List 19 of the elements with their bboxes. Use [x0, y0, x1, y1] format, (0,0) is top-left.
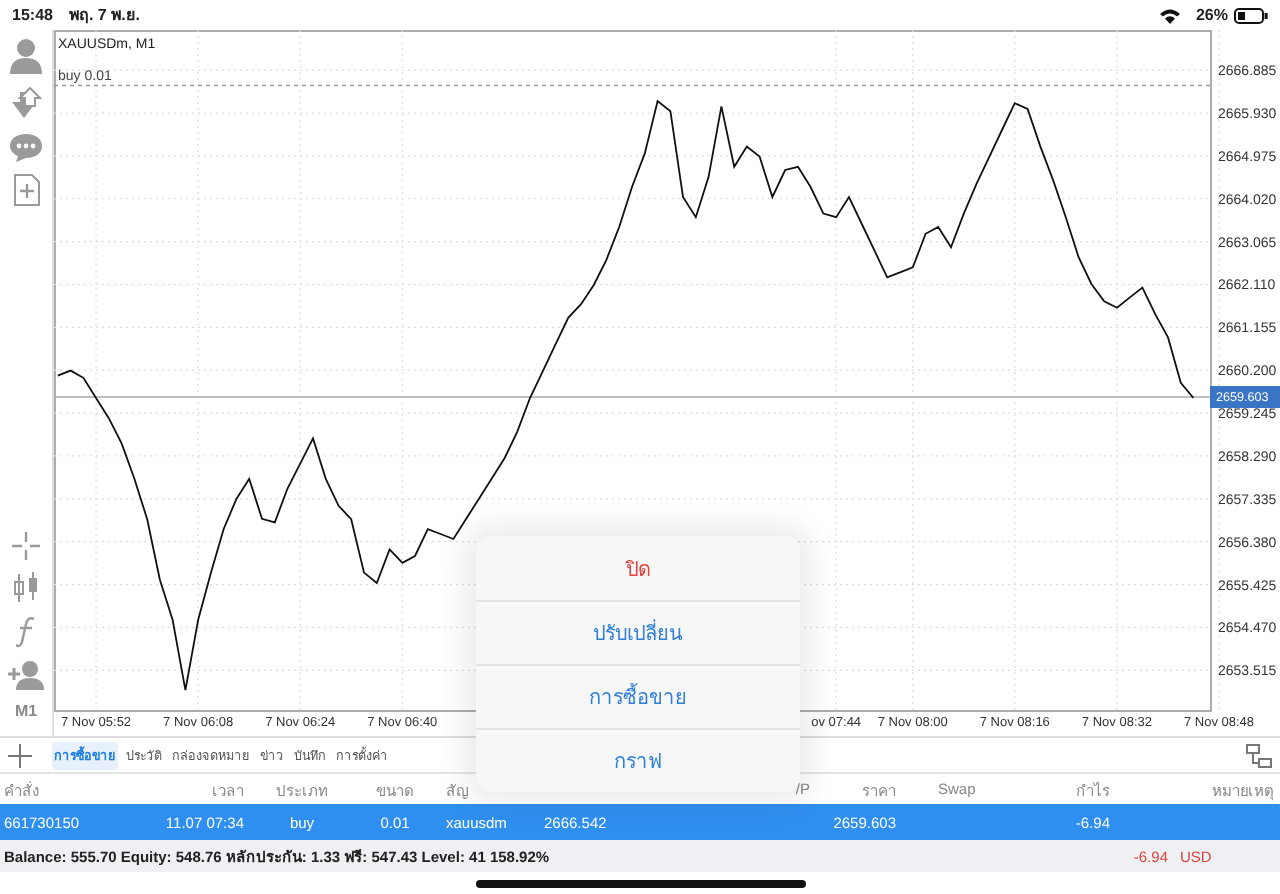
battery-icon — [1234, 7, 1268, 23]
menu-item[interactable]: ปิด — [476, 536, 800, 600]
new-document-icon[interactable] — [13, 174, 39, 206]
crosshair-icon[interactable] — [12, 532, 40, 560]
timeframe-label[interactable]: M1 — [14, 702, 38, 720]
trade-arrows-icon[interactable] — [10, 86, 42, 122]
candlestick-icon[interactable] — [12, 572, 40, 604]
clock-time: 15:48 — [12, 6, 53, 24]
status-date: พฤ. 7 พ.ย. — [68, 4, 141, 28]
function-icon[interactable] — [16, 616, 36, 648]
layout-icon[interactable] — [1246, 743, 1272, 767]
menu-item[interactable]: ปรับเปลี่ยน — [476, 600, 800, 664]
chat-icon[interactable] — [10, 134, 42, 162]
wifi-icon — [1159, 7, 1180, 23]
account-icon[interactable] — [10, 38, 42, 74]
battery-percent: 26% — [1195, 6, 1228, 24]
add-icon[interactable] — [8, 743, 32, 767]
menu-item[interactable]: การซื้อขาย — [476, 664, 800, 728]
add-user-icon[interactable] — [8, 660, 44, 690]
